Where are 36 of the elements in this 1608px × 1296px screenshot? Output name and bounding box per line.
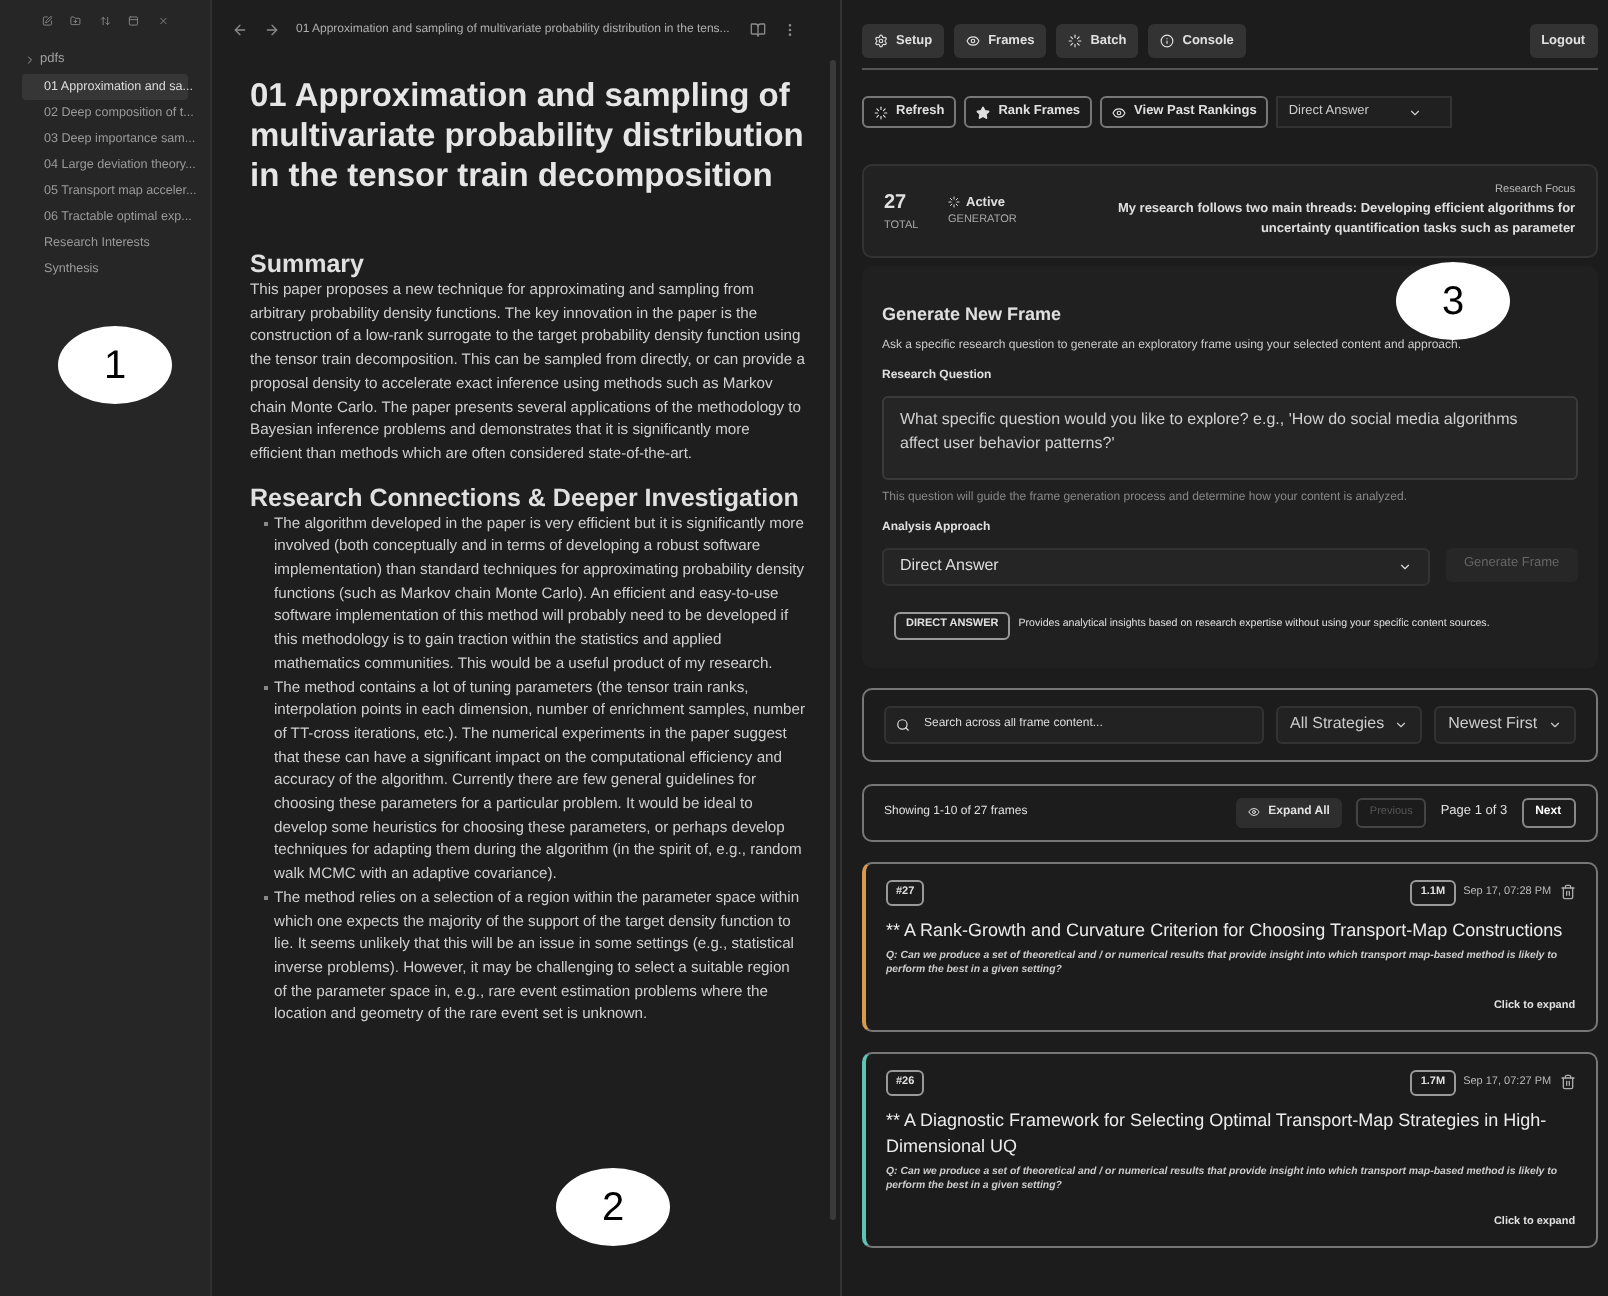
new-folder-icon[interactable] <box>70 12 82 30</box>
info-icon <box>1160 34 1175 48</box>
forward-icon[interactable] <box>264 22 280 38</box>
frame-title: ** A Diagnostic Framework for Selecting Optimal Transport-Map Strategies in High-Dimensional UQ <box>886 1107 1549 1160</box>
new-note-icon[interactable] <box>42 12 53 30</box>
frame-title: ** A Rank-Growth and Curvature Criterion for Choosing Transport-Map Constructions <box>886 917 1565 943</box>
card-heading: Generate New Frame <box>882 302 1064 328</box>
filter-dropdown[interactable]: Newest First <box>1434 705 1576 743</box>
caret-icon <box>1547 717 1562 731</box>
back-icon[interactable] <box>232 22 248 38</box>
eye-icon <box>1248 806 1261 818</box>
total-count: 27 <box>884 189 909 218</box>
delete-icon[interactable] <box>1559 1074 1576 1091</box>
settings-icon <box>874 34 888 48</box>
eye-icon <box>1112 105 1127 119</box>
panel-icon[interactable] <box>128 12 140 30</box>
spinner-icon <box>874 105 888 119</box>
question-field[interactable]: What specific question would you like to explore? e.g., 'How do social media algorithms affect user behavior patterns?' <box>882 395 1578 479</box>
spinner-icon <box>948 196 960 209</box>
caret-icon <box>1408 105 1423 119</box>
approach-select[interactable]: Direct Answer <box>882 547 1430 585</box>
filter-dropdown[interactable]: All Strategies <box>1276 705 1423 743</box>
star-icon <box>976 105 991 119</box>
frame-card[interactable] <box>862 1051 1598 1248</box>
sort-icon[interactable] <box>99 12 111 30</box>
caret-icon <box>1394 717 1409 731</box>
section-heading: Summary <box>250 250 366 278</box>
reading-view-icon[interactable] <box>749 22 766 38</box>
search-icon <box>896 717 910 731</box>
delete-icon[interactable] <box>1559 884 1576 900</box>
spinner-icon <box>1068 34 1083 48</box>
section-heading: Research Connections & Deeper Investigation <box>250 483 801 512</box>
frame-card[interactable] <box>862 861 1598 1032</box>
eye-icon <box>966 34 981 48</box>
note-title: 01 Approximation and sampling of multivariate probability distribution in the tensor train decomposition <box>250 76 806 196</box>
caret-icon <box>1398 559 1412 573</box>
